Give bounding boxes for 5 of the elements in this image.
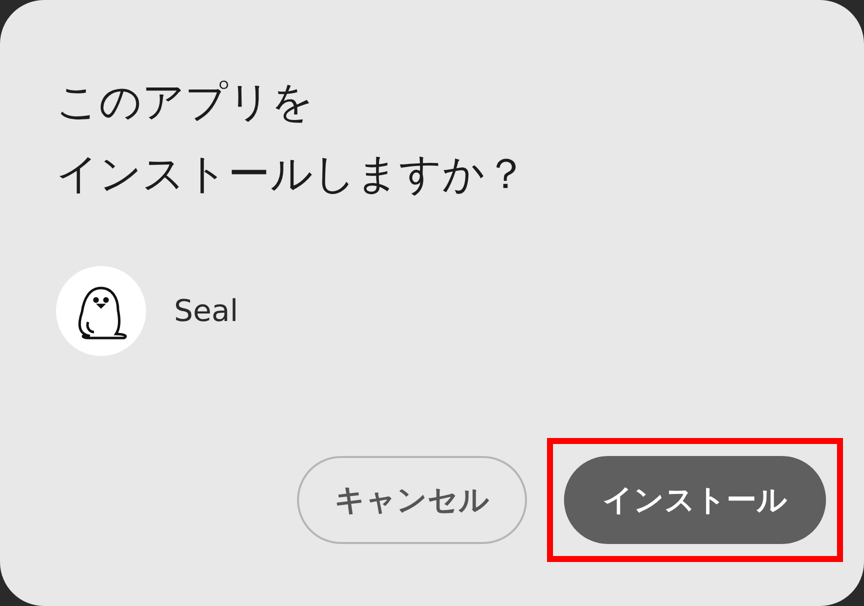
install-button[interactable]: インストール bbox=[564, 456, 826, 544]
dialog-title: インストールしますか？ bbox=[56, 148, 528, 200]
cancel-button[interactable]: キャンセル bbox=[297, 456, 527, 544]
dialog-title: このアプリを bbox=[56, 76, 315, 128]
app-name: Seal bbox=[174, 292, 238, 330]
